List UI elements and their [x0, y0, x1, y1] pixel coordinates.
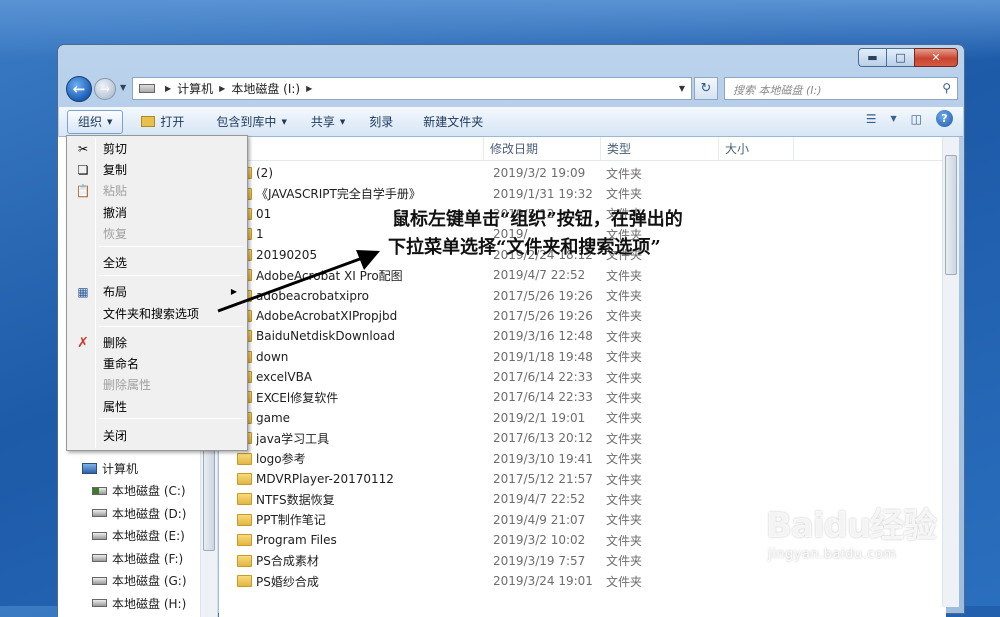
- watermark-brand: Baidu经验: [766, 506, 937, 546]
- instruction-annotation: 鼠标左键单击“组织”按钮，在弹出的 下拉菜单选择“文件夹和搜索选项”: [388, 206, 812, 262]
- annotation-line-1: 鼠标左键单击“组织”按钮，在弹出的: [392, 209, 683, 230]
- watermark-url: jingyan.baidu.com: [768, 547, 897, 562]
- annotation-line-2: 下拉菜单选择“文件夹和搜索选项”: [388, 237, 661, 258]
- annotation-arrow-line: [217, 254, 369, 313]
- baidu-jingyan-watermark: Baidu经验 jingyan.baidu.com: [766, 498, 986, 562]
